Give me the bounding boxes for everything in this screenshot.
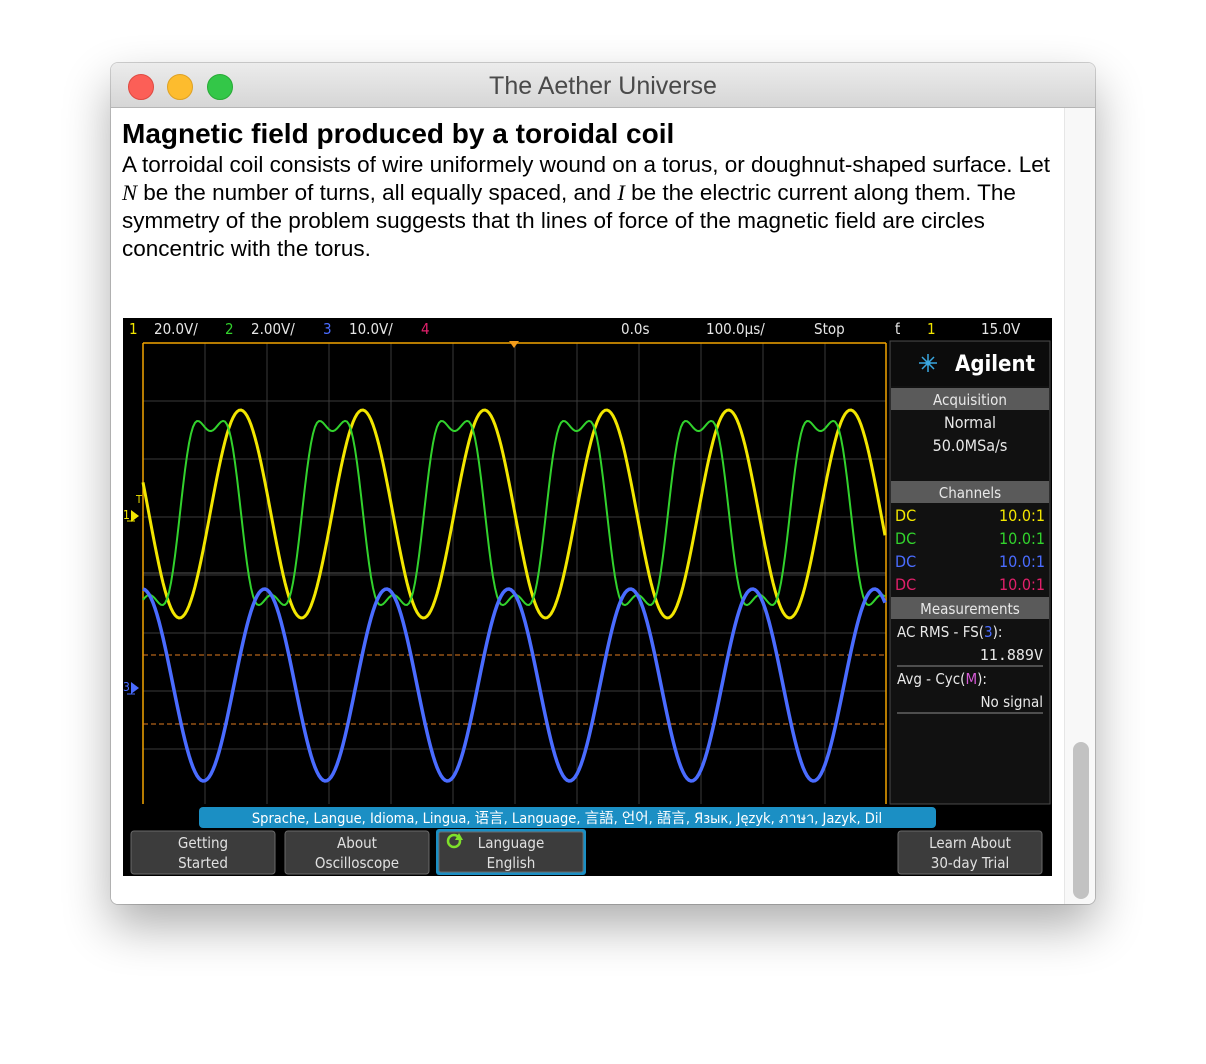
ch3-ground-marker: 3 [123,680,130,694]
article-paragraph: A torroidal coil consists of wire unifor… [122,151,1052,263]
acquisition-title: Acquisition [933,391,1007,409]
softkey-3-line1: Language [478,834,545,852]
brand-name: Agilent [955,352,1036,377]
channel-3-coupling: DC [895,552,916,571]
ch1-ground-marker: 1 [123,508,130,522]
softkey-language[interactable]: Language English [436,829,586,875]
run-state: Stop [814,320,845,338]
channel-2-coupling: DC [895,529,916,548]
window-title: The Aether Universe [489,72,717,100]
scope-top-bar: 1 20.0V/ 2 2.00V/ 3 10.0V/ 4 0.0s 100.0μ… [129,320,1021,338]
language-bar: Sprache, Langue, Idioma, Lingua, 语言, Lan… [252,810,882,827]
time-offset: 0.0s [621,320,649,338]
softkey-1-line1: Getting [178,834,228,852]
trigger-channel: 1 [927,320,936,338]
ch1-scale: 20.0V/ [154,320,198,338]
paragraph-text-2: be the number of turns, all equally spac… [137,180,618,205]
measurement-2-label: Avg - Cyc(M): [897,670,987,688]
app-window: The Aether Universe Magnetic field produ… [111,63,1095,904]
title-bar[interactable]: The Aether Universe [111,63,1095,108]
scrollbar-thumb[interactable] [1073,742,1089,899]
softkey-getting-started[interactable]: Getting Started [130,830,276,875]
oscilloscope-screenshot: 1 20.0V/ 2 2.00V/ 3 10.0V/ 4 0.0s 100.0μ… [123,318,1052,876]
ch2-scale: 2.00V/ [251,320,295,338]
channels-title: Channels [939,484,1001,502]
paragraph-text-1: A torroidal coil consists of wire unifor… [122,152,1051,177]
ch3-scale: 10.0V/ [349,320,393,338]
softkey-4-line1: Learn About [929,834,1011,852]
measurement-2-value: No signal [980,693,1043,711]
softkey-learn-about-trial[interactable]: Learn About 30-day Trial [897,830,1043,875]
softkey-about-oscilloscope[interactable]: About Oscilloscope [284,830,430,875]
timebase: 100.0μs/ [706,320,765,338]
vertical-scrollbar[interactable] [1064,108,1095,904]
side-panel: Agilent Acquisition Normal 50.0MSa/s Cha… [889,340,1051,805]
trigger-level-marker: T [135,493,143,506]
channel-2-ratio: 10.0:1 [999,529,1045,548]
softkey-2-line1: About [337,834,377,852]
softkey-3-line2: English [487,854,536,872]
softkey-4-line2: 30-day Trial [931,854,1010,872]
measurements-title: Measurements [920,600,1020,618]
channel-1-ratio: 10.0:1 [999,506,1045,525]
channel-4-coupling: DC [895,575,916,594]
ch1-number: 1 [129,320,138,338]
trigger-edge-icon: ƭ [895,320,900,338]
ch4-number: 4 [421,320,430,338]
math-var-n: N [122,180,138,205]
ch2-number: 2 [225,320,234,338]
waveform-area: T 1 3 [123,341,888,804]
content-area: Magnetic field produced by a toroidal co… [111,108,1065,904]
article-heading: Magnetic field produced by a toroidal co… [122,118,675,149]
acquisition-rate: 50.0MSa/s [933,436,1008,455]
math-var-i: I [617,180,625,205]
softkey-2-line2: Oscilloscope [315,854,399,872]
channel-4-ratio: 10.0:1 [999,575,1045,594]
measurement-1-label: AC RMS - FS(3): [897,623,1002,641]
ch3-number: 3 [323,320,332,338]
channel-3-ratio: 10.0:1 [999,552,1045,571]
acquisition-mode: Normal [944,413,996,432]
channel-1-coupling: DC [895,506,916,525]
measurement-1-value: 11.889V [980,646,1043,664]
trigger-level: 15.0V [981,320,1021,338]
softkey-1-line2: Started [178,854,228,872]
